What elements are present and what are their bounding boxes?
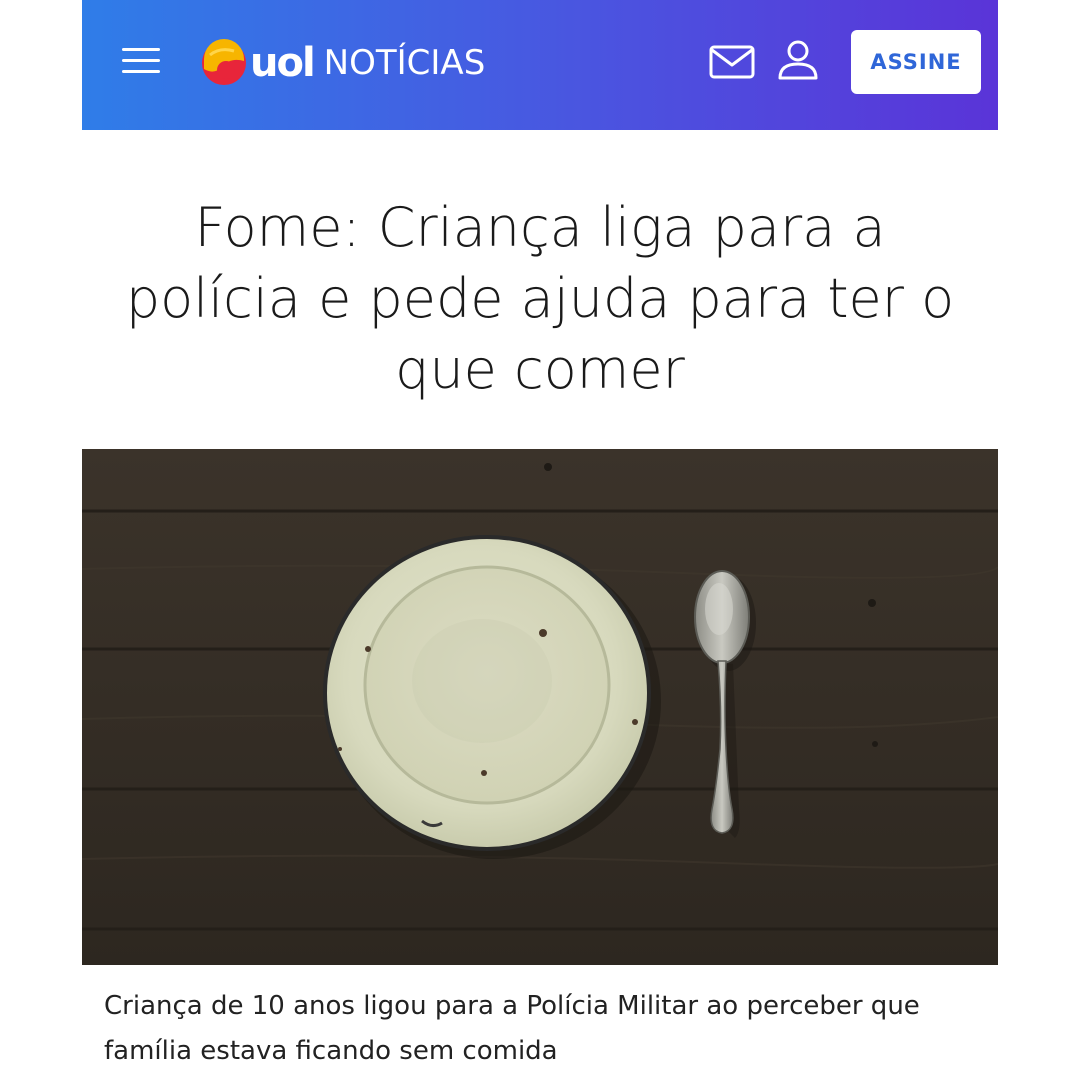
hamburger-menu-icon[interactable]	[120, 44, 164, 78]
user-icon[interactable]	[776, 38, 820, 82]
uol-logo[interactable]: uol NOTÍCIAS	[200, 38, 485, 88]
uol-sun-icon	[202, 39, 246, 85]
section-name: NOTÍCIAS	[323, 43, 486, 83]
site-header: uol NOTÍCIAS ASSINE	[82, 0, 998, 130]
article-photo[interactable]	[82, 449, 998, 965]
brand-wordmark: uol	[250, 40, 316, 86]
photo-caption: Criança de 10 anos ligou para a Polícia …	[104, 991, 920, 1066]
envelope-icon[interactable]	[708, 42, 756, 82]
subscribe-button[interactable]: ASSINE	[851, 30, 981, 94]
article-title: Fome: Criança liga para a polícia e pede…	[125, 196, 955, 401]
